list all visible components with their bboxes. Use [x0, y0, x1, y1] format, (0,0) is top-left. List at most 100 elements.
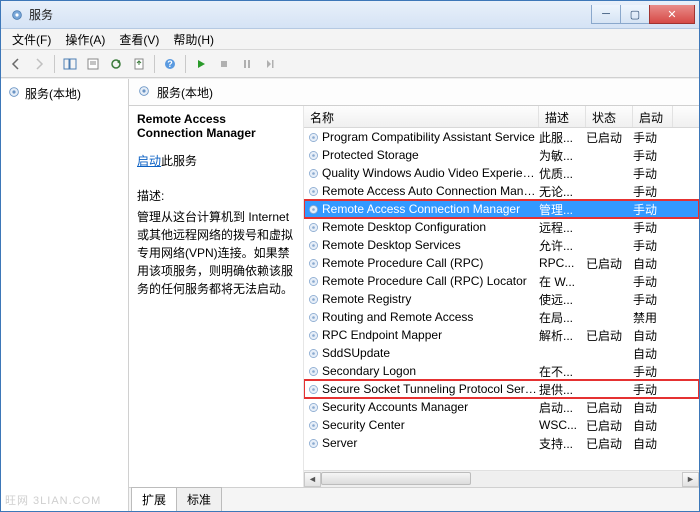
row-status: 已启动 [586, 255, 633, 272]
pause-button[interactable] [236, 53, 258, 75]
table-row[interactable]: Remote Access Auto Connection Manager无论.… [304, 182, 699, 200]
row-status: 已启动 [586, 417, 633, 434]
row-startup: 手动 [633, 237, 673, 254]
row-name: SddSUpdate [322, 346, 539, 360]
row-name: Remote Desktop Configuration [322, 220, 539, 234]
table-row[interactable]: Secondary Logon在不...手动 [304, 362, 699, 380]
row-status: 已启动 [586, 129, 633, 146]
service-name: Remote Access Connection Manager [137, 112, 295, 140]
restart-button[interactable] [259, 53, 281, 75]
gear-icon [304, 329, 322, 342]
scroll-thumb[interactable] [321, 472, 471, 485]
row-startup: 手动 [633, 129, 673, 146]
service-list[interactable]: Program Compatibility Assistant Service此… [304, 128, 699, 470]
table-row[interactable]: Security Accounts Manager启动...已启动自动 [304, 398, 699, 416]
menu-help[interactable]: 帮助(H) [166, 29, 221, 50]
col-status[interactable]: 状态 [586, 106, 633, 127]
window-buttons: ─ ▢ ✕ [592, 5, 695, 24]
minimize-button[interactable]: ─ [591, 5, 621, 24]
desc-text: 管理从这台计算机到 Internet 或其他远程网络的拨号和虚拟专用网络(VPN… [137, 208, 295, 298]
row-desc: 支持... [539, 435, 586, 452]
table-row[interactable]: Server支持...已启动自动 [304, 434, 699, 452]
table-row[interactable]: SddSUpdate自动 [304, 344, 699, 362]
properties-button[interactable] [82, 53, 104, 75]
table-row[interactable]: Remote Procedure Call (RPC) Locator在 W..… [304, 272, 699, 290]
row-status: 已启动 [586, 327, 633, 344]
tree-node-services[interactable]: 服务(本地) [5, 83, 124, 104]
row-status: 已启动 [586, 399, 633, 416]
table-row[interactable]: Remote Procedure Call (RPC)RPC...已启动自动 [304, 254, 699, 272]
table-row[interactable]: Protected Storage为敏...手动 [304, 146, 699, 164]
start-line: 启动此服务 [137, 152, 295, 169]
stop-button[interactable] [213, 53, 235, 75]
close-button[interactable]: ✕ [649, 5, 695, 24]
row-startup: 手动 [633, 363, 673, 380]
forward-button[interactable] [28, 53, 50, 75]
scroll-track[interactable] [321, 472, 682, 487]
refresh-button[interactable] [105, 53, 127, 75]
col-name[interactable]: 名称 [304, 106, 539, 127]
gear-icon [304, 203, 322, 216]
hscrollbar[interactable]: ◄ ► [304, 470, 699, 487]
scroll-left-button[interactable]: ◄ [304, 472, 321, 487]
table-row[interactable]: Remote Registry使远...手动 [304, 290, 699, 308]
show-hide-button[interactable] [59, 53, 81, 75]
col-startup[interactable]: 启动 [633, 106, 673, 127]
menubar: 文件(F) 操作(A) 查看(V) 帮助(H) [1, 29, 699, 50]
row-name: Remote Procedure Call (RPC) [322, 256, 539, 270]
row-desc: 提供... [539, 381, 586, 398]
row-name: RPC Endpoint Mapper [322, 328, 539, 342]
row-name: Security Accounts Manager [322, 400, 539, 414]
help-button[interactable]: ? [159, 53, 181, 75]
gear-icon [304, 401, 322, 414]
desc-label: 描述: [137, 187, 295, 204]
table-row[interactable]: Remote Desktop Configuration远程... 手动 [304, 218, 699, 236]
gear-icon [304, 311, 322, 324]
table-row[interactable]: Remote Desktop Services允许...手动 [304, 236, 699, 254]
row-startup: 手动 [633, 165, 673, 182]
maximize-button[interactable]: ▢ [620, 5, 650, 24]
menu-view[interactable]: 查看(V) [112, 29, 166, 50]
row-startup: 自动 [633, 435, 673, 452]
gear-icon [7, 85, 21, 102]
menu-file[interactable]: 文件(F) [5, 29, 58, 50]
export-button[interactable] [128, 53, 150, 75]
watermark: 旺网 3LIAN.COM [5, 492, 101, 508]
row-startup: 自动 [633, 327, 673, 344]
table-row[interactable]: RPC Endpoint Mapper解析...已启动自动 [304, 326, 699, 344]
back-button[interactable] [5, 53, 27, 75]
row-startup: 手动 [633, 291, 673, 308]
separator-icon [154, 55, 155, 73]
row-name: Remote Registry [322, 292, 539, 306]
table-row[interactable]: Secure Socket Tunneling Protocol Service… [304, 380, 699, 398]
tab-extended[interactable]: 扩展 [131, 487, 177, 511]
table-row[interactable]: Quality Windows Audio Video Experience优质… [304, 164, 699, 182]
start-button[interactable] [190, 53, 212, 75]
row-status: 已启动 [586, 435, 633, 452]
start-link[interactable]: 启动 [137, 154, 161, 168]
app-icon [9, 7, 25, 23]
table-row[interactable]: Routing and Remote Access在局...禁用 [304, 308, 699, 326]
row-desc: RPC... [539, 256, 586, 270]
row-name: Protected Storage [322, 148, 539, 162]
table-row[interactable]: Security CenterWSC...已启动自动 [304, 416, 699, 434]
table-row[interactable]: Remote Access Connection Manager管理...手动 [304, 200, 699, 218]
row-startup: 手动 [633, 219, 673, 236]
row-desc: 在 W... [539, 273, 586, 290]
row-desc: 远程... [539, 219, 586, 236]
row-desc: 允许... [539, 237, 586, 254]
row-name: Remote Access Auto Connection Manager [322, 184, 539, 198]
list-panel: 名称 描述 状态 启动 Program Compatibility Assist… [304, 106, 699, 487]
gear-icon [304, 239, 322, 252]
content-area: 服务(本地) 服务(本地) Remote Access Connection M… [1, 78, 699, 511]
col-desc[interactable]: 描述 [539, 106, 586, 127]
row-name: Program Compatibility Assistant Service [322, 130, 539, 144]
gear-icon [304, 419, 322, 432]
scroll-right-button[interactable]: ► [682, 472, 699, 487]
tree-node-label: 服务(本地) [25, 85, 81, 102]
menu-action[interactable]: 操作(A) [58, 29, 112, 50]
window: 服务 ─ ▢ ✕ 文件(F) 操作(A) 查看(V) 帮助(H) ? 服务 [0, 0, 700, 512]
table-row[interactable]: Program Compatibility Assistant Service此… [304, 128, 699, 146]
row-desc: 在不... [539, 363, 586, 380]
tab-standard[interactable]: 标准 [176, 487, 222, 511]
